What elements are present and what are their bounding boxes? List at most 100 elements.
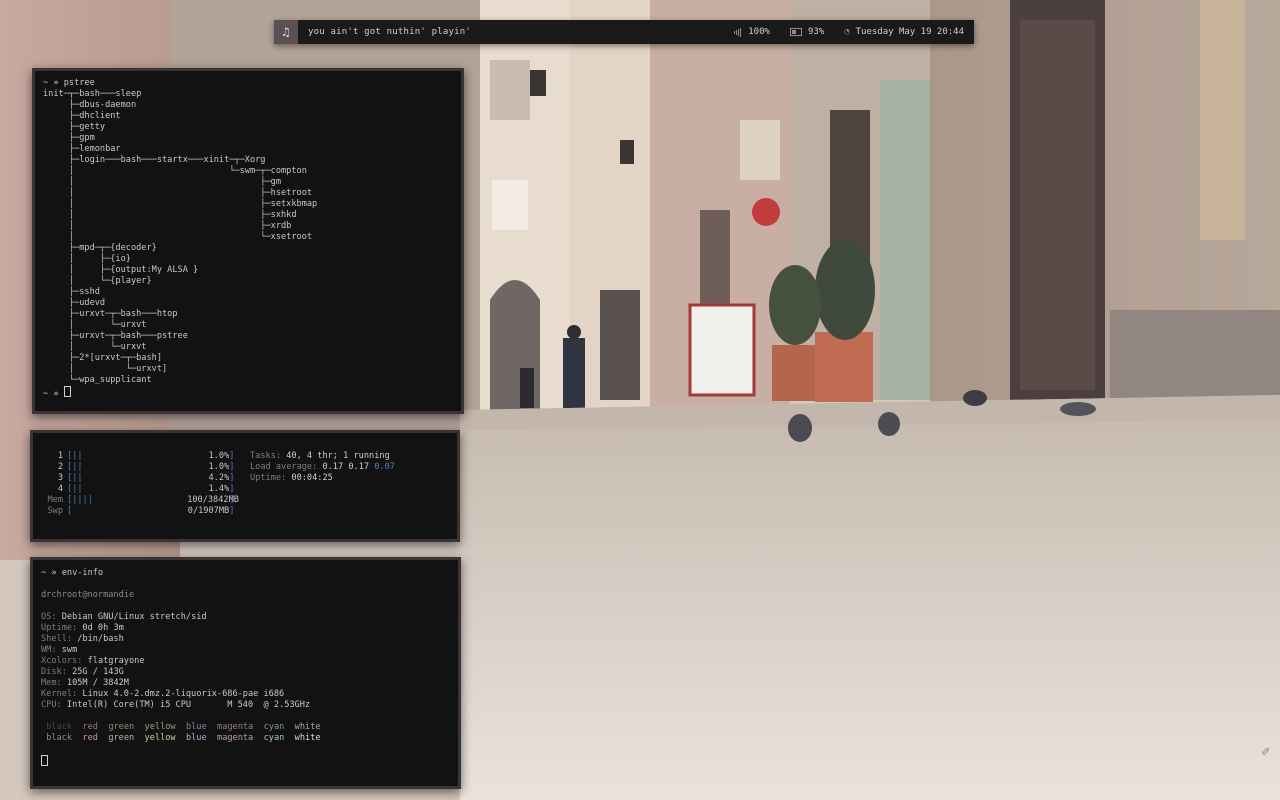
env-value: Debian GNU/Linux stretch/sid	[61, 612, 207, 622]
env-key: CPU:	[41, 700, 62, 710]
pstree-line: └─wpa_supplicant	[43, 375, 152, 385]
pstree-line: │ └─{player}	[43, 276, 152, 286]
load-15: 0.07	[374, 462, 395, 472]
pstree-line: │ ├─xrdb	[43, 221, 292, 231]
env-value: 105M / 3842M	[66, 678, 129, 688]
env-info-row: Kernel: Linux 4.0-2.dmz.2-liquorix-686-p…	[41, 689, 458, 700]
env-value: 25G / 143G	[72, 667, 124, 677]
env-key: OS:	[41, 612, 57, 622]
env-key: WM:	[41, 645, 57, 655]
command-text: pstree	[63, 78, 95, 88]
load-label: Load average:	[250, 462, 318, 472]
shell-prompt: ~ »	[43, 78, 59, 88]
color-swatch-green: green	[108, 722, 135, 732]
color-swatch-magenta: magenta	[217, 733, 254, 743]
env-info-row: Disk: 25G / 143G	[41, 667, 458, 678]
color-swatch-magenta: magenta	[217, 722, 254, 732]
color-swatch-blue: blue	[185, 722, 207, 732]
tasks-value: 40, 4 thr; 1 running	[286, 451, 390, 461]
volume-icon	[734, 27, 742, 37]
pstree-line: ├─udevd	[43, 298, 106, 308]
env-info-row: Xcolors: flatgrayone	[41, 656, 458, 667]
meter-bar: ||	[72, 462, 83, 472]
shell-prompt: ~ »	[43, 389, 59, 399]
meter-label: 2	[57, 462, 63, 472]
color-swatch-yellow: yellow	[144, 733, 176, 743]
meter-label: 1	[57, 451, 63, 461]
mem-meter: Mem[|||| 100/3842MB]	[45, 495, 238, 506]
text-cursor	[41, 755, 48, 766]
pstree-line: │ └─xsetroot	[43, 232, 313, 242]
command-line: ~ » pstree	[43, 78, 461, 89]
pstree-output: init─┬─bash───sleep ├─dbus-daemon ├─dhcl…	[43, 89, 461, 386]
cpu-meter: 1[|| 1.0%]	[45, 451, 235, 462]
command-text: env-info	[61, 568, 104, 578]
text-cursor	[63, 386, 71, 397]
color-swatch-red: red	[82, 733, 98, 743]
terminal-htop[interactable]: 1[|| 1.0%] 2[|| 1.0%] 3[|| 4.2%] 4[|| 1.4%] Mem[…	[30, 430, 460, 542]
meter-value: 4.2%	[208, 473, 230, 483]
uptime-label: Uptime:	[250, 473, 287, 483]
status-bar: ♫ you ain't got nuthin' playin' 100% 93%…	[274, 20, 974, 44]
pstree-line: │ ├─hsetroot	[43, 188, 313, 198]
env-info-row: Uptime: 0d 0h 3m	[41, 623, 458, 634]
color-swatch-yellow: yellow	[144, 722, 176, 732]
env-key: Disk:	[41, 667, 67, 677]
load-1: 0.17	[322, 462, 344, 472]
color-swatch-cyan: cyan	[263, 722, 285, 732]
pstree-line: │ ├─{io}	[43, 254, 131, 264]
now-playing-text: you ain't got nuthin' playin'	[308, 27, 471, 37]
meter-bar: ||||	[72, 495, 93, 505]
meter-bar: ||	[72, 451, 83, 461]
env-key: Kernel:	[41, 689, 78, 699]
pstree-line: ├─gpm	[43, 133, 95, 143]
command-line: ~ »	[43, 386, 461, 400]
env-value: swm	[61, 645, 78, 655]
swap-meter: Swp[0/1907MB]	[45, 506, 234, 517]
tasks-label: Tasks:	[250, 451, 282, 461]
pstree-line: │ ├─setxkbmap	[43, 199, 318, 209]
env-key: Uptime:	[41, 623, 78, 633]
pstree-line: │ └─urxvt	[43, 342, 147, 352]
htop-meters: 1[|| 1.0%] 2[|| 1.0%] 3[|| 4.2%] 4[|| 1.4%] Mem[…	[45, 451, 238, 517]
pstree-line: │ ├─sxhkd	[43, 210, 297, 220]
color-palette-dark: black red green yellow blue magenta cyan…	[41, 722, 458, 733]
music-note-icon[interactable]: ♫	[274, 20, 298, 44]
pstree-line: init─┬─bash───sleep	[43, 89, 142, 99]
volume-level: 100%	[748, 27, 770, 37]
pstree-line: ├─dbus-daemon	[43, 100, 137, 110]
color-swatch-cyan: cyan	[263, 733, 285, 743]
meter-value: 1.4%	[208, 484, 230, 494]
env-info-row: WM: swm	[41, 645, 458, 656]
env-value: Intel(R) Core(TM) i5 CPU M 540 @ 2.53GHz	[66, 700, 311, 710]
terminal-pstree[interactable]: ~ » pstree init─┬─bash───sleep ├─dbus-da…	[32, 68, 464, 414]
uptime-value: 00:04:25	[291, 473, 333, 483]
color-swatch-white: white	[294, 722, 321, 732]
env-value: 0d 0h 3m	[82, 623, 124, 633]
shell-prompt: ~ »	[41, 568, 57, 578]
user-host: drchroot@normandie	[41, 590, 135, 600]
color-swatch-green: green	[108, 733, 135, 743]
pstree-line: ├─urxvt─┬─bash───pstree	[43, 331, 188, 341]
htop-summary: Tasks: 40, 4 thr; 1 running Load average…	[250, 451, 395, 484]
color-palette-bright: black red green yellow blue magenta cyan…	[41, 733, 458, 744]
pstree-line: ├─2*[urxvt─┬─bash]	[43, 353, 162, 363]
pstree-line: │ └─urxvt	[43, 320, 147, 330]
color-swatch-black: black	[46, 733, 73, 743]
env-key: Shell:	[41, 634, 73, 644]
meter-label: Swp	[47, 506, 63, 516]
color-swatch-red: red	[82, 722, 98, 732]
meter-value: 1.0%	[208, 451, 230, 461]
command-line: ~ » env-info	[41, 568, 458, 579]
battery-level: 93%	[807, 27, 825, 37]
battery-icon	[789, 28, 802, 36]
terminal-env-info[interactable]: ~ » env-info drchroot@normandie OS: Debi…	[30, 557, 461, 789]
meter-bar: ||	[72, 473, 83, 483]
load-5: 0.17	[348, 462, 370, 472]
pstree-line: ├─login───bash───startx───xinit─┬─Xorg	[43, 155, 266, 165]
env-value: Linux 4.0-2.dmz.2-liquorix-686-pae i686	[82, 689, 285, 699]
pstree-line: ├─getty	[43, 122, 106, 132]
leaf-icon: ✐	[1261, 744, 1270, 760]
env-info-row: Shell: /bin/bash	[41, 634, 458, 645]
env-info-row: CPU: Intel(R) Core(TM) i5 CPU M 540 @ 2.…	[41, 700, 458, 711]
